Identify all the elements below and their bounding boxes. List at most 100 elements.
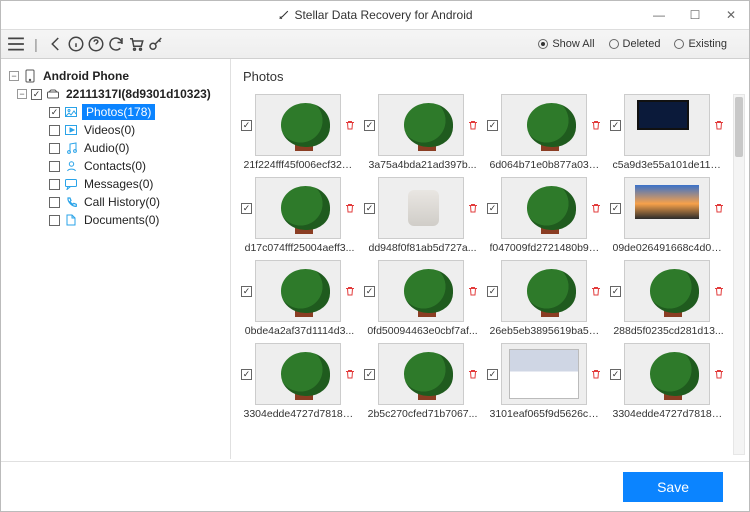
thumbnail-checkbox[interactable] bbox=[487, 286, 498, 297]
thumbnail-image[interactable] bbox=[501, 260, 587, 322]
thumbnail-checkbox[interactable] bbox=[364, 286, 375, 297]
thumbnail-checkbox[interactable] bbox=[364, 369, 375, 380]
thumbnail-image[interactable] bbox=[501, 177, 587, 239]
thumbnail-filename: 21f224fff45f006ecf32c... bbox=[244, 159, 356, 171]
trash-icon bbox=[344, 368, 356, 380]
thumbnail-checkbox[interactable] bbox=[610, 203, 621, 214]
thumbnail-image[interactable] bbox=[378, 94, 464, 156]
tree-device[interactable]: − Android Phone bbox=[7, 67, 224, 85]
thumbnail[interactable]: 3304edde4727d78185... bbox=[241, 343, 358, 420]
thumbnail-image[interactable] bbox=[378, 343, 464, 405]
thumbnail-image[interactable] bbox=[255, 177, 341, 239]
category-checkbox[interactable] bbox=[49, 125, 60, 136]
thumbnail-image[interactable] bbox=[378, 260, 464, 322]
category-checkbox[interactable] bbox=[49, 107, 60, 118]
content-pane: Photos 21f224fff45f006ecf32c...3a75a4bda… bbox=[231, 59, 749, 459]
thumbnail[interactable]: 6d064b71e0b877a039... bbox=[487, 94, 604, 171]
thumbnail-checkbox[interactable] bbox=[241, 120, 252, 131]
thumbnail-checkbox[interactable] bbox=[487, 120, 498, 131]
thumbnail[interactable]: 26eb5eb3895619ba56... bbox=[487, 260, 604, 337]
filter-existing[interactable]: Existing bbox=[674, 38, 727, 50]
thumbnail-image[interactable] bbox=[501, 94, 587, 156]
thumbnail-checkbox[interactable] bbox=[241, 286, 252, 297]
thumbnail-checkbox[interactable] bbox=[610, 286, 621, 297]
trash-icon bbox=[713, 285, 725, 297]
tree-category-videos[interactable]: Videos(0) bbox=[7, 121, 224, 139]
thumbnail-image[interactable] bbox=[624, 343, 710, 405]
refresh-icon[interactable] bbox=[107, 35, 125, 53]
trash-icon bbox=[344, 285, 356, 297]
thumbnail-checkbox[interactable] bbox=[241, 369, 252, 380]
category-checkbox[interactable] bbox=[49, 215, 60, 226]
thumbnail-checkbox[interactable] bbox=[364, 120, 375, 131]
category-label: Call History(0) bbox=[82, 194, 162, 210]
category-checkbox[interactable] bbox=[49, 197, 60, 208]
thumbnail-checkbox[interactable] bbox=[241, 203, 252, 214]
thumbnail[interactable]: d17c074fff25004aeff3... bbox=[241, 177, 358, 254]
thumbnail-image[interactable] bbox=[255, 94, 341, 156]
thumbnail-filename: 3304edde4727d78185... bbox=[244, 408, 356, 420]
thumbnail-image[interactable] bbox=[624, 94, 710, 156]
thumbnail[interactable]: 09de026491668c4d03... bbox=[610, 177, 727, 254]
thumbnail[interactable]: c5a9d3e55a101de114... bbox=[610, 94, 727, 171]
thumbnail[interactable]: f047009fd2721480b94... bbox=[487, 177, 604, 254]
thumbnail-checkbox[interactable] bbox=[487, 203, 498, 214]
category-label: Audio(0) bbox=[82, 140, 131, 156]
thumbnail-image[interactable] bbox=[501, 343, 587, 405]
volume-checkbox[interactable] bbox=[31, 89, 42, 100]
tree-category-call_history[interactable]: Call History(0) bbox=[7, 193, 224, 211]
menu-icon[interactable] bbox=[7, 35, 25, 53]
thumbnail-checkbox[interactable] bbox=[364, 203, 375, 214]
minimize-button[interactable]: — bbox=[641, 1, 677, 29]
tree-category-photos[interactable]: Photos(178) bbox=[7, 103, 224, 121]
filter-deleted[interactable]: Deleted bbox=[609, 38, 661, 50]
thumbnail-filename: 3a75a4bda21ad397b... bbox=[367, 159, 479, 171]
thumbnail-filename: 6d064b71e0b877a039... bbox=[490, 159, 602, 171]
thumbnail-image[interactable] bbox=[378, 177, 464, 239]
thumbnail[interactable]: 3304edde4727d78185... bbox=[610, 343, 727, 420]
cart-icon[interactable] bbox=[127, 35, 145, 53]
trash-icon bbox=[344, 119, 356, 131]
tree-category-contacts[interactable]: Contacts(0) bbox=[7, 157, 224, 175]
thumbnail-filename: 3101eaf065f9d5626cb... bbox=[490, 408, 602, 420]
key-icon[interactable] bbox=[147, 35, 165, 53]
window-title: Stellar Data Recovery for Android bbox=[294, 8, 472, 22]
thumbnail-filename: f047009fd2721480b94... bbox=[490, 242, 602, 254]
message-icon bbox=[64, 179, 78, 190]
thumbnail-image[interactable] bbox=[624, 260, 710, 322]
save-button[interactable]: Save bbox=[623, 472, 723, 502]
info-icon[interactable] bbox=[67, 35, 85, 53]
scroll-thumb[interactable] bbox=[735, 97, 743, 157]
thumbnail-image[interactable] bbox=[255, 343, 341, 405]
close-button[interactable]: ✕ bbox=[713, 1, 749, 29]
category-checkbox[interactable] bbox=[49, 161, 60, 172]
thumbnail[interactable]: 21f224fff45f006ecf32c... bbox=[241, 94, 358, 171]
category-checkbox[interactable] bbox=[49, 143, 60, 154]
thumbnail[interactable]: 3101eaf065f9d5626cb... bbox=[487, 343, 604, 420]
scrollbar[interactable] bbox=[733, 94, 745, 455]
category-checkbox[interactable] bbox=[49, 179, 60, 190]
help-icon[interactable] bbox=[87, 35, 105, 53]
thumbnail-checkbox[interactable] bbox=[610, 120, 621, 131]
thumbnail[interactable]: 0fd50094463e0cbf7af... bbox=[364, 260, 481, 337]
thumbnail-checkbox[interactable] bbox=[487, 369, 498, 380]
thumbnail[interactable]: 2b5c270cfed71b7067... bbox=[364, 343, 481, 420]
trash-icon bbox=[713, 368, 725, 380]
tree-category-documents[interactable]: Documents(0) bbox=[7, 211, 224, 229]
thumbnail[interactable]: 288d5f0235cd281d13... bbox=[610, 260, 727, 337]
filter-show-all[interactable]: Show All bbox=[538, 38, 594, 50]
tree-category-audio[interactable]: Audio(0) bbox=[7, 139, 224, 157]
thumbnail[interactable]: 0bde4a2af37d1114d3... bbox=[241, 260, 358, 337]
phone-icon bbox=[64, 197, 78, 208]
thumbnail-image[interactable] bbox=[624, 177, 710, 239]
maximize-button[interactable]: ☐ bbox=[677, 1, 713, 29]
thumbnail-filename: 0bde4a2af37d1114d3... bbox=[244, 325, 356, 337]
thumbnail[interactable]: dd948f0f81ab5d727a... bbox=[364, 177, 481, 254]
tree-category-messages[interactable]: Messages(0) bbox=[7, 175, 224, 193]
category-label: Contacts(0) bbox=[82, 158, 148, 174]
back-icon[interactable] bbox=[47, 35, 65, 53]
thumbnail-checkbox[interactable] bbox=[610, 369, 621, 380]
thumbnail[interactable]: 3a75a4bda21ad397b... bbox=[364, 94, 481, 171]
tree-volume[interactable]: − 22111317I(8d9301d10323) bbox=[7, 85, 224, 103]
thumbnail-image[interactable] bbox=[255, 260, 341, 322]
